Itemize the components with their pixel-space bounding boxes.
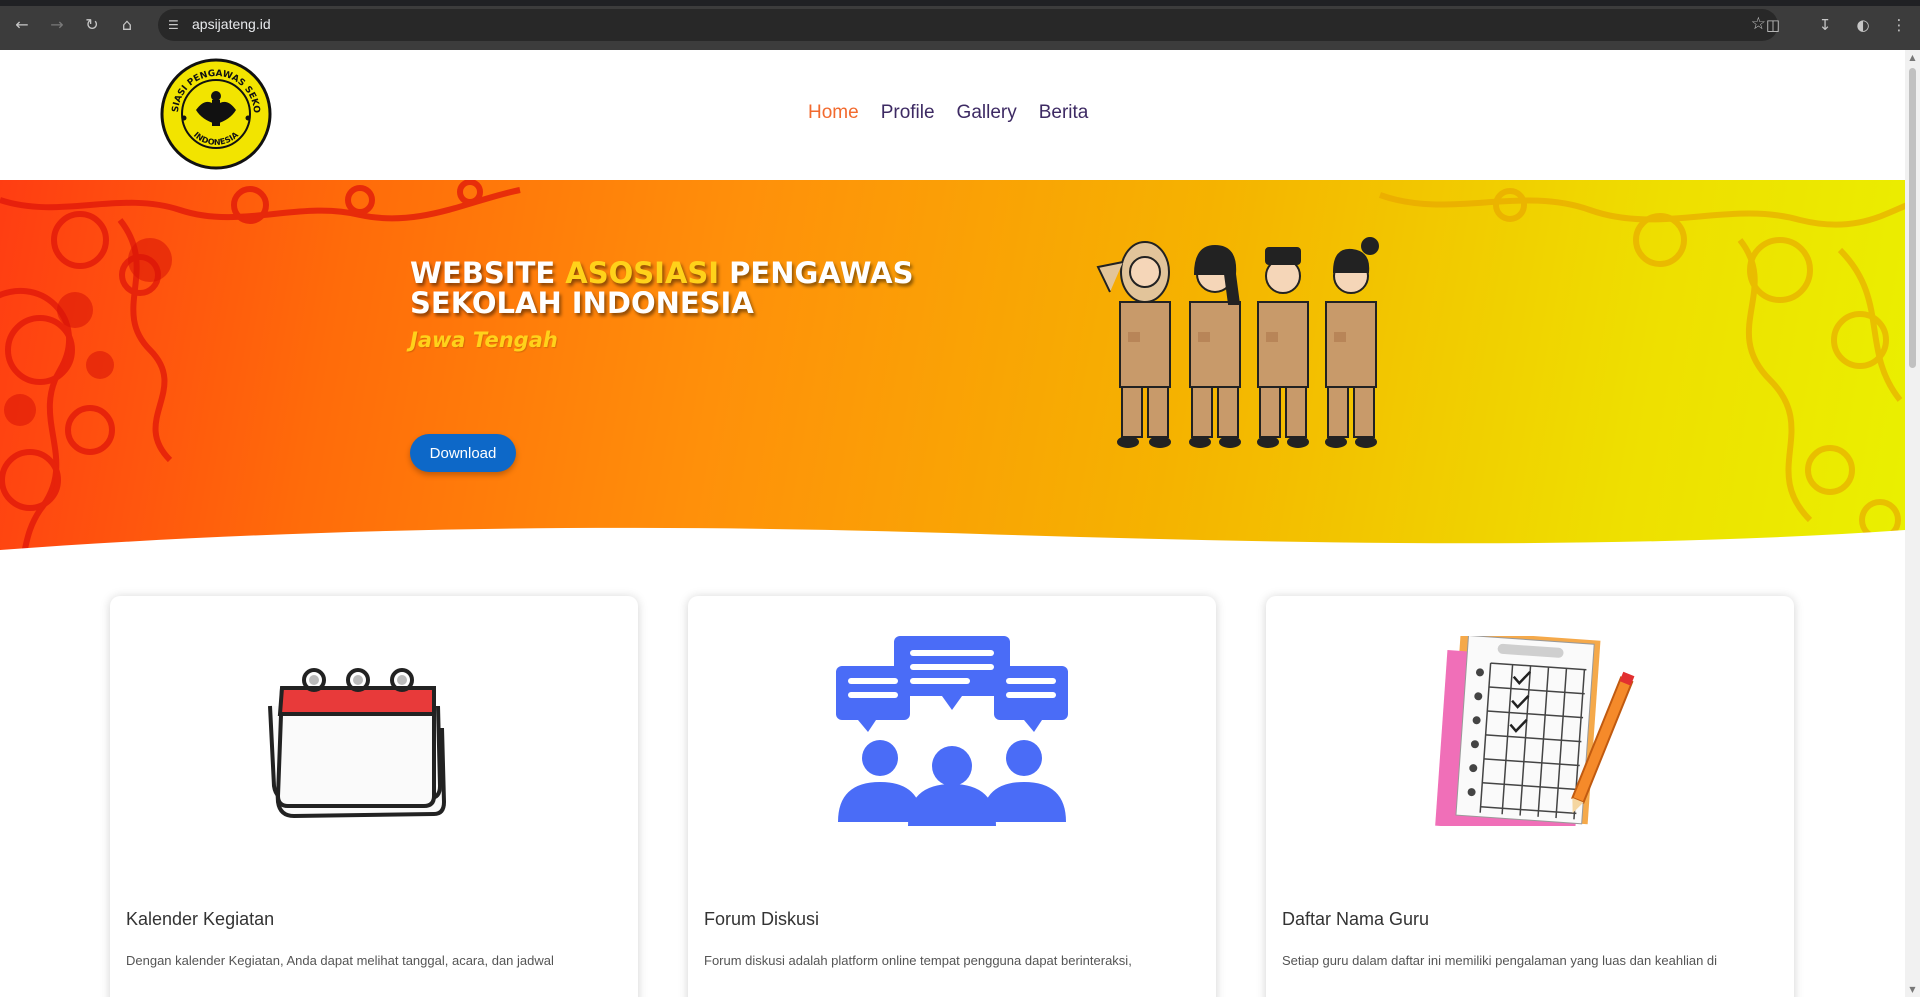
page-scrollbar[interactable]: ▲ ▼ [1905, 50, 1920, 997]
address-bar[interactable]: ☰ apsijateng.id ☆ [158, 9, 1778, 41]
card-daftar-nama-guru[interactable]: Daftar Nama Guru Setiap guru dalam dafta… [1266, 596, 1794, 997]
url-text[interactable]: apsijateng.id [192, 16, 271, 32]
web-page: ASOSIASI PENGAWAS SEKOLAH INDONESIA Home… [0, 50, 1905, 997]
hero-wave-divider [0, 527, 1905, 560]
hero-subtitle: Jawa Tengah [410, 328, 558, 352]
teacher-list-icon [1435, 636, 1635, 826]
home-icon[interactable]: ⌂ [116, 14, 138, 36]
scroll-down-icon[interactable]: ▼ [1908, 985, 1917, 994]
back-icon[interactable]: ← [11, 14, 33, 36]
site-header: ASOSIASI PENGAWAS SEKOLAH INDONESIA Home… [0, 50, 1905, 180]
card-title: Daftar Nama Guru [1282, 909, 1430, 929]
nav-berita[interactable]: Berita [1039, 102, 1089, 124]
tab-strip [0, 0, 1920, 6]
apsi-logo[interactable]: ASOSIASI PENGAWAS SEKOLAH INDONESIA [156, 51, 272, 170]
calendar-icon [268, 668, 446, 818]
scroll-up-icon[interactable]: ▲ [1908, 53, 1917, 62]
saluting-teachers-illustration [1096, 237, 1379, 448]
forward-icon[interactable]: → [46, 14, 68, 36]
hero-text-block: WEBSITE ASOSIASI PENGAWAS SEKOLAH INDONE… [410, 256, 970, 472]
scrollbar-thumb[interactable] [1909, 68, 1916, 368]
batik-ornament-right [1378, 188, 1905, 541]
main-navigation: Home Profile Gallery Berita [808, 102, 1088, 124]
hero-title-highlight: ASOSIASI [565, 256, 720, 290]
card-title: Kalender Kegiatan [126, 909, 275, 929]
card-kalender-kegiatan[interactable]: Kalender Kegiatan Dengan kalender Kegiat… [110, 596, 638, 997]
site-info-icon[interactable]: ☰ [168, 17, 184, 33]
card-forum-diskusi[interactable]: Forum Diskusi Forum diskusi adalah platf… [688, 596, 1216, 997]
hero-title: WEBSITE ASOSIASI PENGAWAS SEKOLAH INDONE… [410, 256, 914, 320]
card-title: Forum Diskusi [704, 909, 820, 929]
nav-gallery[interactable]: Gallery [957, 102, 1017, 124]
menu-icon[interactable]: ⋮ [1888, 14, 1910, 36]
nav-home[interactable]: Home [808, 102, 859, 124]
card-description: Dengan kalender Kegiatan, Anda dapat mel… [126, 953, 554, 968]
extensions-icon[interactable]: ◫ [1762, 14, 1784, 36]
discussion-forum-icon [836, 636, 1068, 826]
download-icon[interactable]: ↧ [1814, 14, 1836, 36]
nav-profile[interactable]: Profile [881, 102, 935, 124]
browser-toolbar: ← → ↻ ⌂ ☰ apsijateng.id ☆ ◫ ↧ ◐ ⋮ [0, 0, 1920, 50]
batik-ornament-left [0, 180, 521, 560]
profile-icon[interactable]: ◐ [1852, 14, 1874, 36]
card-description: Forum diskusi adalah platform online tem… [704, 953, 1132, 968]
card-description: Setiap guru dalam daftar ini memiliki pe… [1282, 953, 1718, 968]
hero-banner: WEBSITE ASOSIASI PENGAWAS SEKOLAH INDONE… [0, 180, 1905, 560]
download-button[interactable]: Download [410, 434, 516, 472]
reload-icon[interactable]: ↻ [81, 14, 103, 36]
